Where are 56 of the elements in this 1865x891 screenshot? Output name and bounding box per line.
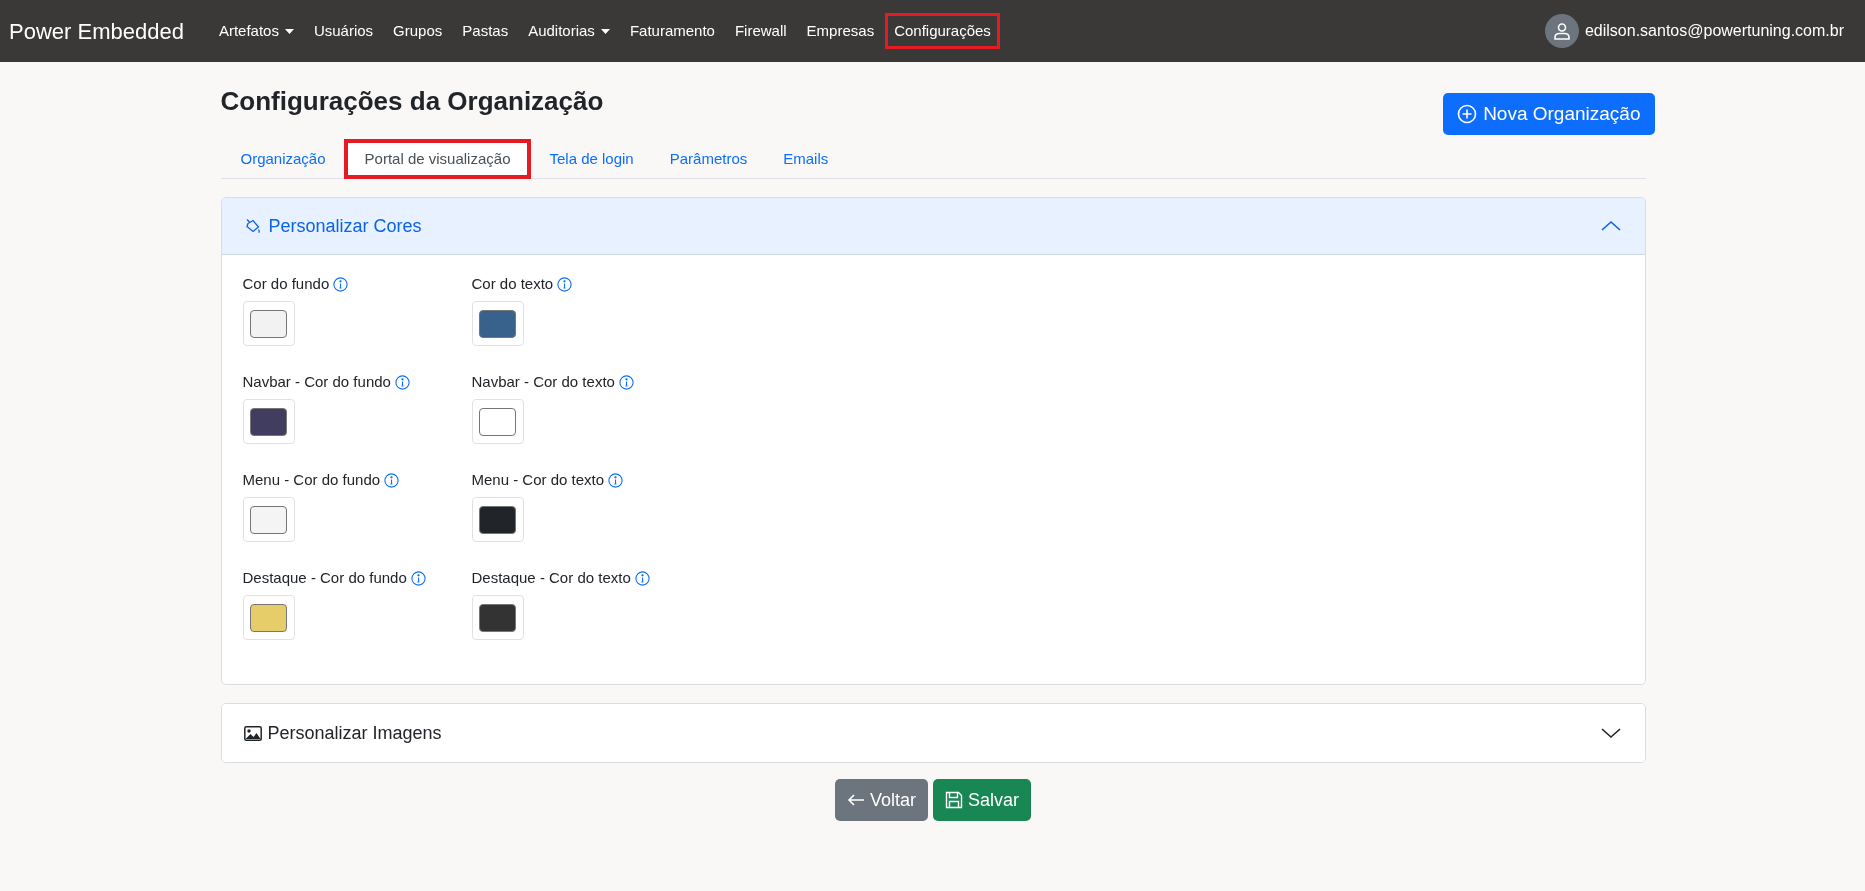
info-icon[interactable] [394,374,410,390]
info-icon[interactable] [333,276,349,292]
page-title: Configurações da Organização [220,85,604,118]
user-email[interactable]: edilson.santos@powertuning.com.br [1584,19,1844,43]
color-picker[interactable] [471,301,524,346]
paint-bucket-icon [243,217,261,235]
info-icon[interactable] [557,276,573,292]
nav-link[interactable]: Configurações [885,12,1000,50]
nav-link[interactable]: Auditorias [519,12,619,50]
chevron-up-icon [1600,220,1621,232]
info-icon[interactable] [410,570,426,586]
field-label: Menu - Cor do texto [471,469,605,490]
nav-link[interactable]: Usuários [304,12,383,50]
accordion-header[interactable]: Personalizar Imagens [221,704,1645,762]
color-picker[interactable] [471,399,524,444]
caret-icon [600,28,610,34]
color-picker[interactable] [242,399,295,444]
tab[interactable]: Parâmetros [651,139,766,179]
color-picker[interactable] [471,595,524,640]
color-picker[interactable] [242,301,295,346]
field-label: Navbar - Cor do texto [471,371,615,392]
color-picker[interactable] [242,497,295,542]
nav-link[interactable]: Firewall [725,12,796,50]
accordion-header[interactable]: Personalizar Cores [221,198,1645,255]
nav-link[interactable]: Artefatos [209,12,303,50]
new-organization-button[interactable]: Nova Organização [1443,93,1655,135]
nav-link[interactable]: Faturamento [620,12,724,50]
floppy-disk-icon [945,791,963,809]
chevron-down-icon [1600,727,1621,739]
nav-link[interactable]: Grupos [384,12,452,50]
field-label: Cor do fundo [242,273,330,294]
nav-link[interactable]: Pastas [453,12,518,50]
field-label: Destaque - Cor do texto [471,567,631,588]
color-picker[interactable] [471,497,524,542]
brand-name[interactable]: Power Embedded [9,14,184,48]
tab[interactable]: Organização [222,139,344,179]
info-icon[interactable] [608,472,624,488]
info-icon[interactable] [634,570,650,586]
field-label: Menu - Cor do fundo [242,469,381,490]
tab[interactable]: Emails [765,139,847,179]
color-picker[interactable] [242,595,295,640]
plus-circle-icon [1457,104,1478,124]
info-icon[interactable] [384,472,400,488]
save-button[interactable]: Salvar [933,779,1032,821]
tab[interactable]: Portal de visualização [343,139,532,179]
nav-link[interactable]: Empresas [797,12,884,50]
caret-icon [284,28,294,34]
field-label: Navbar - Cor do fundo [242,371,391,392]
back-button[interactable]: Voltar [834,779,928,821]
left-arrow-icon [846,794,865,806]
field-label: Cor do texto [471,273,554,294]
field-label: Destaque - Cor do fundo [242,567,407,588]
tab[interactable]: Tela de login [531,139,652,179]
user-avatar-icon[interactable] [1544,14,1579,48]
info-icon[interactable] [618,374,634,390]
image-icon [243,725,262,741]
